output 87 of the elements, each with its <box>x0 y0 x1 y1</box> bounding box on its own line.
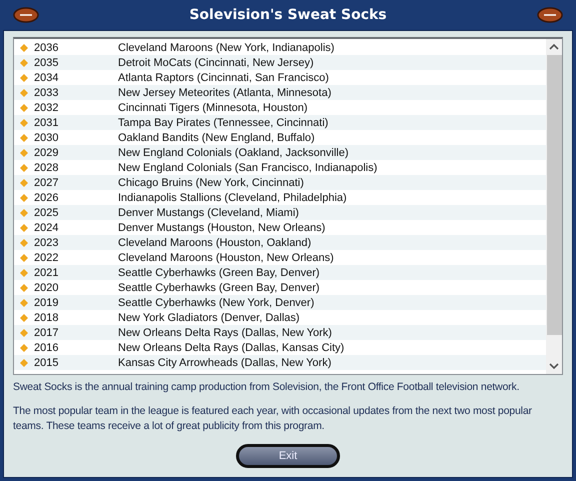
list-row[interactable]: 2025 Denver Mustangs (Cleveland, Miami) <box>14 205 546 220</box>
scroll-down-icon[interactable] <box>549 362 559 370</box>
bullet-icon <box>20 178 28 186</box>
team-text: New England Colonials (San Francisco, Indianapolis) <box>118 162 378 174</box>
scroll-up-icon[interactable] <box>549 43 559 51</box>
list-row[interactable]: 2015 Kansas City Arrowheads (Dallas, New York) <box>14 355 546 370</box>
description-text: The most popular team in the league is featured each year, with occasional updates from the next two most popular teams. These teams receive a lot of great publicity from this program. <box>13 404 533 434</box>
list-row[interactable]: 2019 Seattle Cyberhawks (New York, Denver) <box>14 295 546 310</box>
bullet-icon <box>20 254 28 262</box>
football-icon <box>13 7 39 23</box>
year-text: 2025 <box>34 206 60 218</box>
football-icon <box>537 7 563 23</box>
bullet-icon <box>20 314 28 322</box>
bullet-icon <box>20 104 28 112</box>
team-text: New Jersey Meteorites (Atlanta, Minnesota) <box>118 86 332 98</box>
year-text: 2026 <box>34 192 60 204</box>
team-text: Detroit MoCats (Cincinnati, New Jersey) <box>118 56 314 68</box>
bullet-icon <box>20 284 28 292</box>
bullet-icon <box>20 298 28 306</box>
team-text: Seattle Cyberhawks (Green Bay, Denver) <box>118 266 320 278</box>
year-text: 2015 <box>34 356 60 368</box>
bullet-icon <box>20 58 28 66</box>
bullet-icon <box>20 238 28 246</box>
year-text: 2020 <box>34 282 60 294</box>
bullet-icon <box>20 344 28 352</box>
list-row[interactable]: 2017 New Orleans Delta Rays (Dallas, New York) <box>14 325 546 340</box>
team-text: Cleveland Maroons (New York, Indianapolis) <box>118 42 334 54</box>
bullet-icon <box>20 224 28 232</box>
window-title: Solevision's Sweat Socks <box>189 7 387 23</box>
bullet-icon <box>20 148 28 156</box>
year-text: 2023 <box>34 236 60 248</box>
team-text: Indianapolis Stallions (Cleveland, Philadelphia) <box>118 192 347 204</box>
bullet-icon <box>20 358 28 366</box>
description-text: Sweat Socks is the annual training camp production from Solevision, the Front Office Football television network. <box>13 380 520 395</box>
list-row[interactable]: 2031 Tampa Bay Pirates (Tennessee, Cincinnati) <box>14 115 546 130</box>
year-text: 2030 <box>34 132 60 144</box>
year-text: 2033 <box>34 86 60 98</box>
list-row[interactable]: 2023 Cleveland Maroons (Houston, Oakland) <box>14 235 546 250</box>
year-text: 2022 <box>34 252 60 264</box>
team-text: New Orleans Delta Rays (Dallas, New York) <box>118 326 332 338</box>
bullet-icon <box>20 268 28 276</box>
list-row[interactable]: 2035 Detroit MoCats (Cincinnati, New Jersey) <box>14 55 546 70</box>
bullet-icon <box>20 164 28 172</box>
team-text: Cincinnati Tigers (Minnesota, Houston) <box>118 102 308 114</box>
year-text: 2018 <box>34 312 60 324</box>
bullet-icon <box>20 208 28 216</box>
bullet-icon <box>20 134 28 142</box>
team-text: Kansas City Arrowheads (Dallas, New York) <box>118 356 332 368</box>
team-text: Denver Mustangs (Cleveland, Miami) <box>118 206 299 218</box>
scroll-thumb[interactable] <box>546 55 562 335</box>
team-text: Atlanta Raptors (Cincinnati, San Francisco) <box>118 72 329 84</box>
year-text: 2027 <box>34 176 60 188</box>
year-text: 2021 <box>34 266 60 278</box>
team-text: Chicago Bruins (New York, Cincinnati) <box>118 176 304 188</box>
bullet-icon <box>20 74 28 82</box>
team-text: Denver Mustangs (Houston, New Orleans) <box>118 222 326 234</box>
year-text: 2034 <box>34 72 60 84</box>
year-text: 2032 <box>34 102 60 114</box>
year-text: 2016 <box>34 342 60 354</box>
list-row[interactable]: 2033 New Jersey Meteorites (Atlanta, Minnesota) <box>14 85 546 100</box>
team-text: New Orleans Delta Rays (Dallas, Kansas City) <box>118 342 344 354</box>
year-text: 2019 <box>34 296 60 308</box>
team-text: Cleveland Maroons (Houston, Oakland) <box>118 236 312 248</box>
bullet-icon <box>20 194 28 202</box>
list-row[interactable]: 2027 Chicago Bruins (New York, Cincinnati) <box>14 175 546 190</box>
team-text: Seattle Cyberhawks (Green Bay, Denver) <box>118 282 320 294</box>
year-text: 2031 <box>34 116 60 128</box>
team-text: Oakland Bandits (New England, Buffalo) <box>118 132 315 144</box>
year-text: 2029 <box>34 146 60 158</box>
bullet-icon <box>20 118 28 126</box>
bullet-icon <box>20 44 28 52</box>
year-text: 2017 <box>34 326 60 338</box>
scrollbar[interactable] <box>546 39 562 374</box>
team-text: Cleveland Maroons (Houston, New Orleans) <box>118 252 334 264</box>
team-text: Tampa Bay Pirates (Tennessee, Cincinnati) <box>118 116 328 128</box>
year-text: 2028 <box>34 162 60 174</box>
bullet-icon <box>20 88 28 96</box>
team-text: New York Gladiators (Denver, Dallas) <box>118 312 300 324</box>
year-text: 2036 <box>34 42 60 54</box>
exit-button[interactable]: Exit <box>236 444 340 468</box>
team-text: New England Colonials (Oakland, Jacksonville) <box>118 146 349 158</box>
year-text: 2035 <box>34 56 60 68</box>
year-text: 2024 <box>34 222 60 234</box>
list-row[interactable]: 2021 Seattle Cyberhawks (Green Bay, Denver) <box>14 265 546 280</box>
team-text: Seattle Cyberhawks (New York, Denver) <box>118 296 314 308</box>
bullet-icon <box>20 328 28 336</box>
list-row[interactable]: 2029 New England Colonials (Oakland, Jacksonville) <box>14 145 546 160</box>
